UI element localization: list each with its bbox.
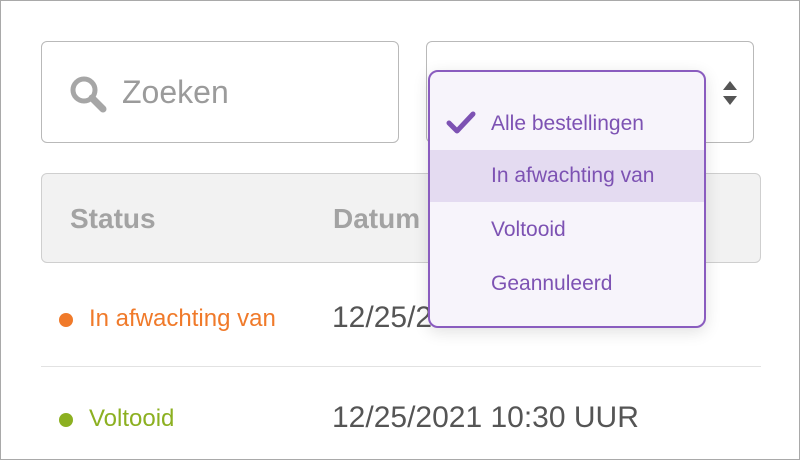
dropdown-option-label: Geannuleerd: [491, 272, 613, 295]
dropdown-option-all-orders[interactable]: Alle bestellingen: [430, 98, 704, 150]
status-dot: [59, 413, 73, 427]
column-header-date[interactable]: Datum: [333, 202, 420, 236]
app-frame: Zoeken Status Datum In afwachting van 12…: [0, 0, 800, 460]
status-label: Voltooid: [89, 405, 175, 432]
status-dot: [59, 313, 73, 327]
table-row[interactable]: Voltooid 12/25/2021 10:30 UUR: [41, 369, 761, 473]
search-placeholder: Zoeken: [122, 74, 229, 110]
order-date: 12/25/2021 10:30 UUR: [332, 401, 639, 434]
dropdown-option-completed[interactable]: Voltooid: [430, 204, 704, 256]
dropdown-option-label: In afwachting van: [491, 164, 655, 187]
dropdown-option-label: Alle bestellingen: [491, 112, 644, 135]
status-filter-dropdown: Alle bestellingen In afwachting van Volt…: [428, 70, 706, 328]
column-header-status[interactable]: Status: [70, 202, 156, 236]
dropdown-option-label: Voltooid: [491, 218, 566, 241]
status-label: In afwachting van: [89, 305, 276, 332]
row-divider: [41, 366, 761, 367]
search-input[interactable]: Zoeken: [41, 41, 399, 143]
search-icon: [70, 76, 107, 113]
dropdown-option-pending[interactable]: In afwachting van: [430, 150, 704, 202]
dropdown-option-cancelled[interactable]: Geannuleerd: [430, 258, 704, 310]
sort-arrows-icon: [723, 81, 737, 105]
checkmark-icon: [446, 111, 476, 134]
